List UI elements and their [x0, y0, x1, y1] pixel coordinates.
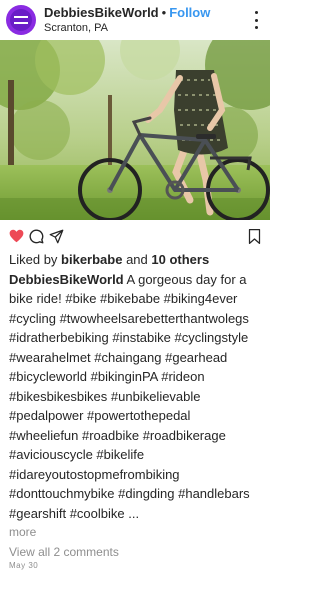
location-link[interactable]: Scranton, PA	[44, 22, 248, 34]
caption: DebbiesBikeWorld A gorgeous day for a bi…	[9, 270, 261, 524]
post-content: Liked by bikerbabe and 10 others Debbies…	[0, 250, 270, 572]
likes-others-link[interactable]: 10 others	[151, 252, 209, 267]
likes-middle: and	[122, 252, 152, 267]
action-bar-left	[9, 229, 248, 244]
post-date: May 30	[9, 561, 39, 570]
likes-prefix: Liked by	[9, 252, 62, 267]
bookmark-icon[interactable]	[248, 228, 261, 244]
separator-dot: •	[161, 4, 167, 20]
bike-photo-illustration	[0, 40, 270, 220]
liker-username[interactable]: bikerbabe	[61, 252, 122, 267]
view-comments-link[interactable]: View all 2 comments	[9, 544, 261, 560]
follow-button[interactable]: Follow	[169, 5, 210, 20]
action-bar	[0, 220, 270, 252]
likes-line: Liked by bikerbabe and 10 others	[9, 250, 261, 270]
share-icon[interactable]	[49, 229, 64, 244]
caption-username[interactable]: DebbiesBikeWorld	[9, 272, 124, 287]
avatar-logo	[10, 9, 32, 31]
username-link[interactable]: DebbiesBikeWorld	[44, 5, 159, 20]
post-image[interactable]	[0, 40, 270, 220]
more-link[interactable]: more	[9, 523, 261, 541]
heart-icon[interactable]	[9, 229, 24, 243]
caption-text: A gorgeous day for a bike ride! #bike #b…	[9, 271, 250, 521]
avatar[interactable]	[6, 5, 36, 35]
user-block: DebbiesBikeWorld • Follow Scranton, PA	[44, 4, 248, 34]
user-row: DebbiesBikeWorld • Follow	[44, 4, 248, 20]
more-options-icon[interactable]	[248, 11, 264, 29]
comment-icon[interactable]	[29, 229, 44, 244]
post-header: DebbiesBikeWorld • Follow Scranton, PA	[0, 0, 270, 40]
